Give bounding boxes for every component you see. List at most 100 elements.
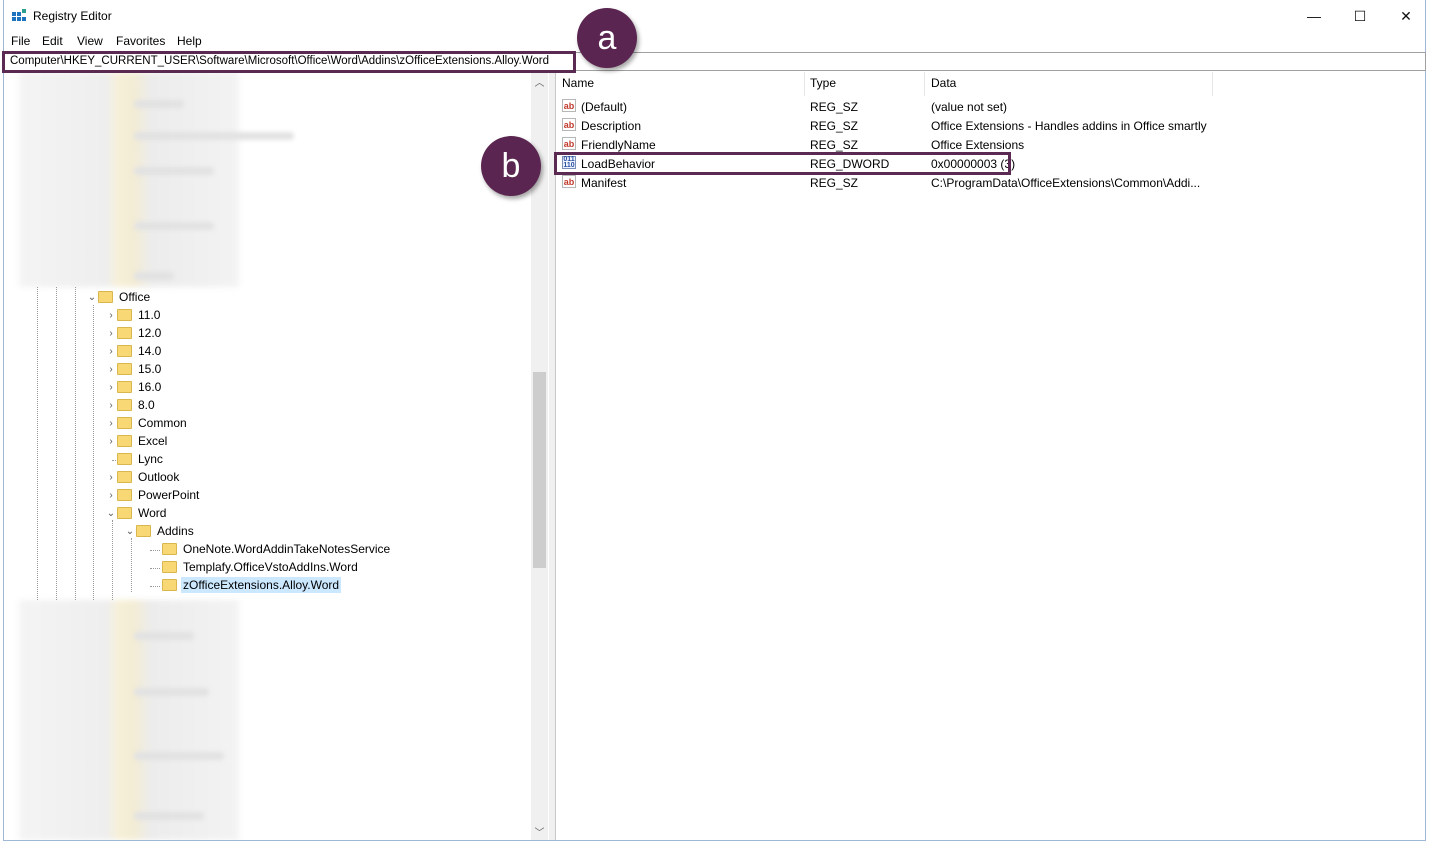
menu-favorites[interactable]: Favorites	[116, 34, 165, 48]
string-value-icon: ab	[562, 175, 576, 188]
column-header-data[interactable]: Data	[931, 76, 956, 90]
tree-item-label: 11.0	[138, 308, 161, 322]
blurred-line	[134, 132, 294, 140]
tree-item-outlook[interactable]: › Outlook	[105, 468, 181, 486]
folder-icon	[117, 453, 132, 465]
tree-item-16-0[interactable]: › 16.0	[105, 378, 163, 396]
maximize-icon: ☐	[1353, 7, 1367, 24]
tree-item-addins[interactable]: ⌄ Addins	[124, 522, 196, 540]
column-separator[interactable]	[1212, 72, 1213, 96]
tree-connector	[93, 305, 94, 600]
column-header-name[interactable]: Name	[562, 76, 594, 90]
blurred-line	[134, 167, 214, 175]
blurred-tree-area-top	[19, 72, 239, 287]
tree-connector	[150, 550, 160, 551]
chevron-right-icon[interactable]: ›	[105, 471, 117, 483]
folder-icon	[117, 471, 132, 483]
tree-item-label: 8.0	[138, 398, 155, 412]
value-row-manifest[interactable]: ab Manifest REG_SZ C:\ProgramData\Office…	[562, 173, 1422, 192]
blurred-line	[134, 272, 174, 280]
column-separator[interactable]	[924, 72, 925, 96]
tree-item-label: 12.0	[138, 326, 162, 340]
chevron-right-icon[interactable]: ›	[105, 435, 117, 447]
tree-connector	[112, 520, 113, 600]
chevron-right-icon[interactable]: ›	[105, 381, 117, 393]
chevron-right-icon[interactable]: ›	[105, 327, 117, 339]
tree-item-12-0[interactable]: › 12.0	[105, 324, 163, 342]
close-icon: ✕	[1400, 7, 1412, 24]
chevron-down-icon[interactable]: ⌄	[124, 525, 136, 537]
menu-view[interactable]: View	[77, 34, 103, 48]
chevron-right-icon[interactable]: ›	[105, 363, 117, 375]
column-header-type[interactable]: Type	[810, 76, 836, 90]
folder-icon	[162, 579, 177, 591]
menu-help[interactable]: Help	[177, 34, 202, 48]
value-name: FriendlyName	[581, 138, 656, 152]
blurred-line	[134, 100, 184, 108]
menu-edit[interactable]: Edit	[42, 34, 63, 48]
tree-item-alloy-addin[interactable]: zOfficeExtensions.Alloy.Word	[162, 576, 342, 594]
string-value-icon: ab	[562, 137, 576, 150]
tree-item-powerpoint[interactable]: › PowerPoint	[105, 486, 201, 504]
tree-item-8-0[interactable]: › 8.0	[105, 396, 157, 414]
string-value-icon: ab	[562, 99, 576, 112]
folder-icon	[117, 381, 132, 393]
column-separator[interactable]	[804, 72, 805, 96]
folder-icon	[162, 561, 177, 573]
value-row-default[interactable]: ab (Default) REG_SZ (value not set)	[562, 97, 1422, 116]
tree-item-common[interactable]: › Common	[105, 414, 189, 432]
registry-tree[interactable]: ⌄ Office › 11.0 › 12.0 › 14.0 › 15.0 › 1…	[4, 72, 549, 840]
tree-item-excel[interactable]: › Excel	[105, 432, 169, 450]
folder-icon	[117, 417, 132, 429]
value-row-description[interactable]: ab Description REG_SZ Office Extensions …	[562, 116, 1422, 135]
values-list[interactable]: Name Type Data ab (Default) REG_SZ (valu…	[555, 72, 1427, 840]
value-type: REG_SZ	[810, 119, 859, 133]
tree-item-label: PowerPoint	[138, 488, 200, 502]
chevron-down-icon[interactable]: ⌄	[86, 291, 98, 303]
menu-file[interactable]: File	[11, 34, 30, 48]
tree-item-label: 16.0	[138, 380, 162, 394]
tree-item-label: Common	[138, 416, 187, 430]
tree-item-onenote-addin[interactable]: OneNote.WordAddinTakeNotesService	[162, 540, 392, 558]
blurred-line	[134, 752, 224, 760]
tree-item-label: 14.0	[138, 344, 162, 358]
maximize-button[interactable]: ☐	[1337, 0, 1383, 32]
chevron-right-icon[interactable]: ›	[105, 417, 117, 429]
close-button[interactable]: ✕	[1383, 0, 1429, 32]
tree-connector	[131, 538, 132, 592]
value-data: Office Extensions - Handles addins in Of…	[931, 119, 1207, 133]
folder-icon	[117, 507, 132, 519]
tree-item-label: Templafy.OfficeVstoAddIns.Word	[183, 560, 358, 574]
tree-connector	[150, 586, 160, 587]
folder-icon	[117, 399, 132, 411]
string-value-icon: ab	[562, 118, 576, 131]
chevron-down-icon[interactable]: ⌄	[105, 507, 117, 519]
scroll-up-icon[interactable]: ︿	[533, 74, 546, 89]
tree-item-office[interactable]: ⌄ Office	[86, 288, 152, 306]
chevron-right-icon[interactable]: ›	[105, 399, 117, 411]
tree-item-templafy-addin[interactable]: Templafy.OfficeVstoAddIns.Word	[162, 558, 360, 576]
window-title: Registry Editor	[33, 9, 112, 23]
minimize-button[interactable]: —	[1291, 0, 1337, 32]
scroll-down-icon[interactable]: ﹀	[533, 824, 546, 839]
chevron-right-icon[interactable]: ›	[105, 345, 117, 357]
folder-icon	[117, 363, 132, 375]
value-name: Manifest	[581, 176, 627, 190]
no-chevron	[105, 453, 117, 465]
tree-item-word[interactable]: ⌄ Word	[105, 504, 168, 522]
tree-item-lync[interactable]: Lync	[105, 450, 165, 468]
chevron-right-icon[interactable]: ›	[105, 489, 117, 501]
tree-scrollbar[interactable]: ︿ ﹀	[531, 72, 548, 840]
tree-item-label: Outlook	[138, 470, 180, 484]
tree-item-15-0[interactable]: › 15.0	[105, 360, 163, 378]
chevron-right-icon[interactable]: ›	[105, 309, 117, 321]
tree-connector	[75, 287, 76, 600]
folder-icon	[117, 489, 132, 501]
annotation-badge-b: b	[481, 136, 541, 196]
folder-icon	[117, 327, 132, 339]
tree-item-11-0[interactable]: › 11.0	[105, 306, 162, 324]
folder-icon	[117, 345, 132, 357]
scrollbar-thumb[interactable]	[533, 372, 546, 568]
tree-item-14-0[interactable]: › 14.0	[105, 342, 163, 360]
tree-item-label: 15.0	[138, 362, 162, 376]
